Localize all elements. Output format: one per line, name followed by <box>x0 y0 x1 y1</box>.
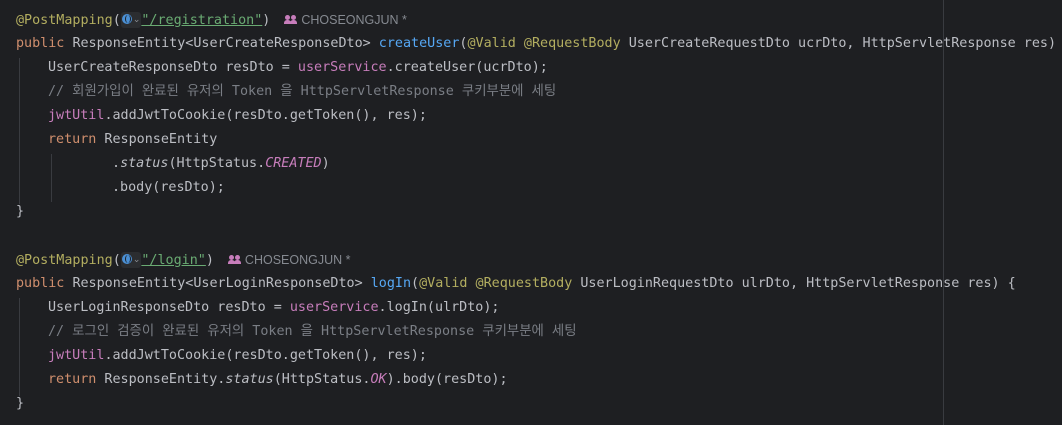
code-line: UserCreateResponseDto resDto = userServi… <box>48 60 548 75</box>
author-hint[interactable]: CHOSEONGJUN * <box>227 253 351 267</box>
code-line: return ResponseEntity.status(HttpStatus.… <box>48 372 508 387</box>
closing-brace: } <box>16 204 25 219</box>
path-string[interactable]: "/registration" <box>141 13 262 28</box>
code-line: jwtUtil.addJwtToCookie(resDto.getToken()… <box>48 108 427 123</box>
code-line: UserLoginResponseDto resDto = userServic… <box>48 300 500 315</box>
chevron-down-icon: ⌄ <box>132 255 141 265</box>
chevron-down-icon: ⌄ <box>132 15 141 25</box>
method-name[interactable]: logIn <box>371 276 411 291</box>
globe-icon <box>121 254 132 264</box>
indent-guide <box>19 298 20 396</box>
code-line: return ResponseEntity <box>48 132 218 147</box>
globe-icon <box>121 14 132 24</box>
annotation: @PostMapping <box>16 13 113 28</box>
path-string[interactable]: "/login" <box>141 253 206 268</box>
code-line: public ResponseEntity<UserCreateResponse… <box>16 36 1062 51</box>
endpoint-inlay[interactable]: ⌄ <box>120 252 142 268</box>
method-name[interactable]: createUser <box>379 36 460 51</box>
code-line: @PostMapping(⌄"/registration") CHOSEONGJU… <box>16 12 407 28</box>
indent-guide <box>51 154 52 202</box>
code-editor[interactable]: @PostMapping(⌄"/registration") CHOSEONGJU… <box>0 0 1062 425</box>
author-hint[interactable]: CHOSEONGJUN * <box>284 13 407 27</box>
code-line: public ResponseEntity<UserLoginResponseD… <box>16 276 1016 291</box>
closing-brace: } <box>16 396 25 411</box>
code-line: .status(HttpStatus.CREATED) <box>112 156 330 171</box>
code-line: @PostMapping(⌄"/login") CHOSEONGJUN * <box>16 252 351 268</box>
indent-guide <box>19 58 20 204</box>
people-icon <box>284 15 298 25</box>
code-line: .body(resDto); <box>112 180 225 195</box>
annotation: @PostMapping <box>16 253 113 268</box>
endpoint-inlay[interactable]: ⌄ <box>120 12 142 28</box>
right-margin-guide <box>943 0 944 425</box>
code-comment: // 회원가입이 완료된 유저의 Token 을 HttpServletResp… <box>48 84 557 99</box>
code-comment: // 로그인 검증이 완료된 유저의 Token 을 HttpServletRe… <box>48 324 577 339</box>
people-icon <box>227 255 242 265</box>
code-line: jwtUtil.addJwtToCookie(resDto.getToken()… <box>48 348 427 363</box>
